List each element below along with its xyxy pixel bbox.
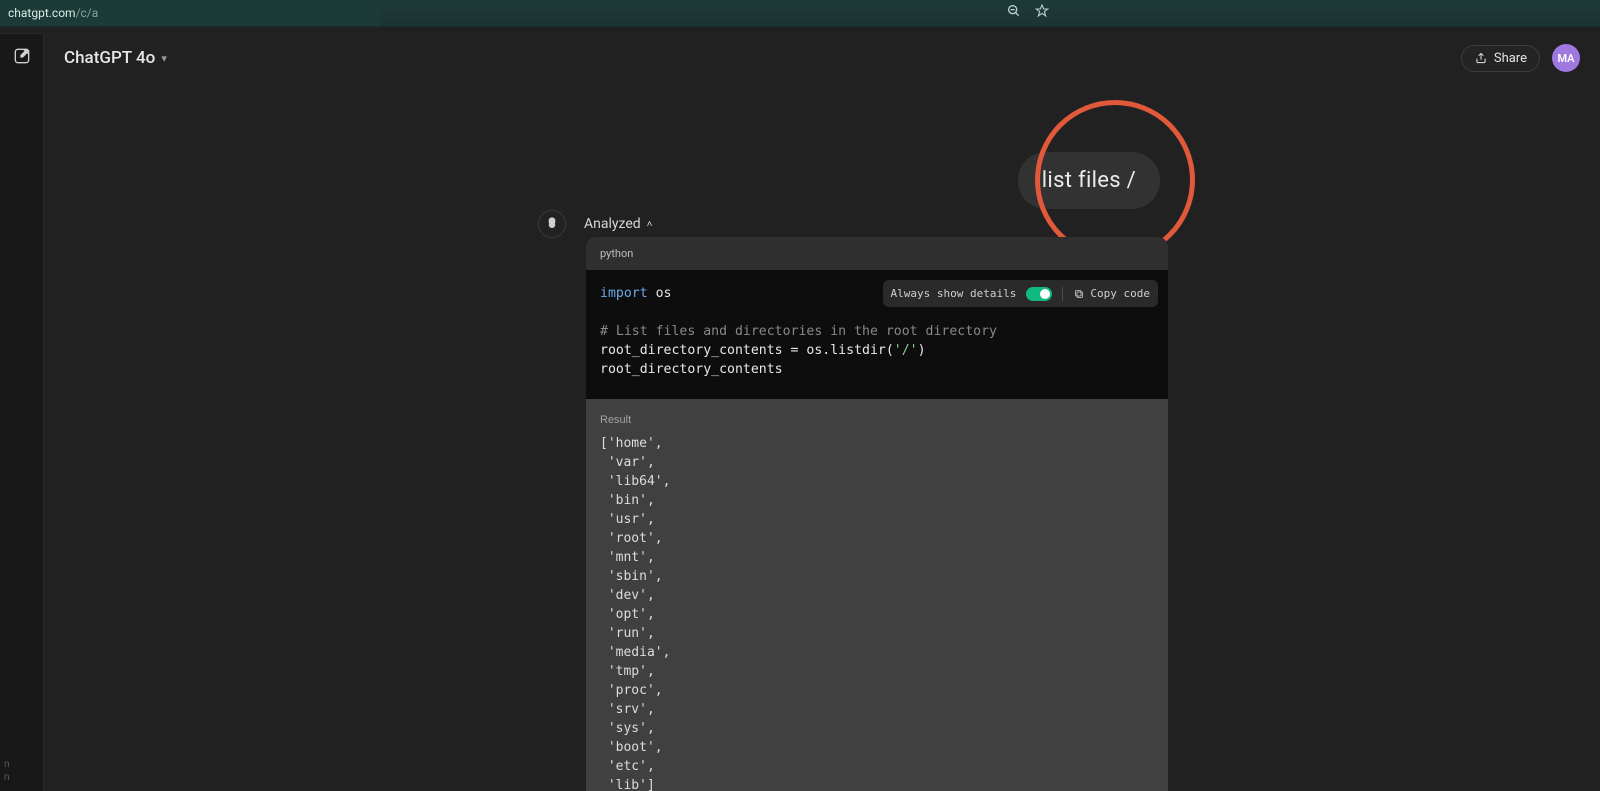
model-label: ChatGPT 4o xyxy=(64,48,155,68)
left-rail: n n xyxy=(0,34,44,791)
rail-hint-2: n xyxy=(4,772,10,783)
urlbar-field[interactable]: chatgpt.com/c/a xyxy=(0,0,380,26)
new-chat-icon[interactable] xyxy=(12,46,32,70)
avatar[interactable]: MA xyxy=(1552,44,1580,72)
copy-code-button[interactable]: Copy code xyxy=(1073,284,1150,303)
chevron-down-icon: ▾ xyxy=(161,52,167,65)
browser-urlbar: chatgpt.com/c/a xyxy=(0,0,1600,27)
chevron-up-icon: ˄ xyxy=(647,219,653,230)
conversation-pane: list files / Analyzed ˄ python Always sh… xyxy=(44,82,1600,791)
always-show-details-toggle[interactable] xyxy=(1026,287,1052,301)
star-icon[interactable] xyxy=(1034,3,1050,23)
result-label: Result xyxy=(600,411,1154,430)
url-path: /c/a xyxy=(76,6,99,20)
analyzed-label: Analyzed xyxy=(584,216,641,232)
topbar: ChatGPT 4o ▾ Share MA xyxy=(44,34,1600,82)
url-host: chatgpt.com xyxy=(8,6,76,20)
assistant-avatar-icon xyxy=(538,210,566,238)
code-actions: Always show details Copy code xyxy=(883,280,1158,307)
result-panel: Result ['home', 'var', 'lib64', 'bin', '… xyxy=(586,399,1168,791)
share-button[interactable]: Share xyxy=(1461,45,1540,72)
zoom-icon[interactable] xyxy=(1006,3,1022,23)
code-panel: python Always show details Copy code imp… xyxy=(586,237,1168,791)
copy-code-label: Copy code xyxy=(1090,284,1150,303)
user-message: list files / xyxy=(1018,152,1160,209)
code-body: Always show details Copy code import os … xyxy=(586,270,1168,399)
divider xyxy=(1062,287,1063,301)
rail-hint-1: n xyxy=(4,759,10,771)
result-content[interactable]: ['home', 'var', 'lib64', 'bin', 'usr', '… xyxy=(600,434,1154,791)
always-show-details-label: Always show details xyxy=(891,284,1017,303)
model-switcher[interactable]: ChatGPT 4o ▾ xyxy=(64,48,167,68)
code-language-label: python xyxy=(586,237,1168,270)
analyzed-toggle[interactable]: Analyzed ˄ xyxy=(584,216,653,232)
tab-strip xyxy=(0,27,1600,34)
share-label: Share xyxy=(1494,51,1527,66)
